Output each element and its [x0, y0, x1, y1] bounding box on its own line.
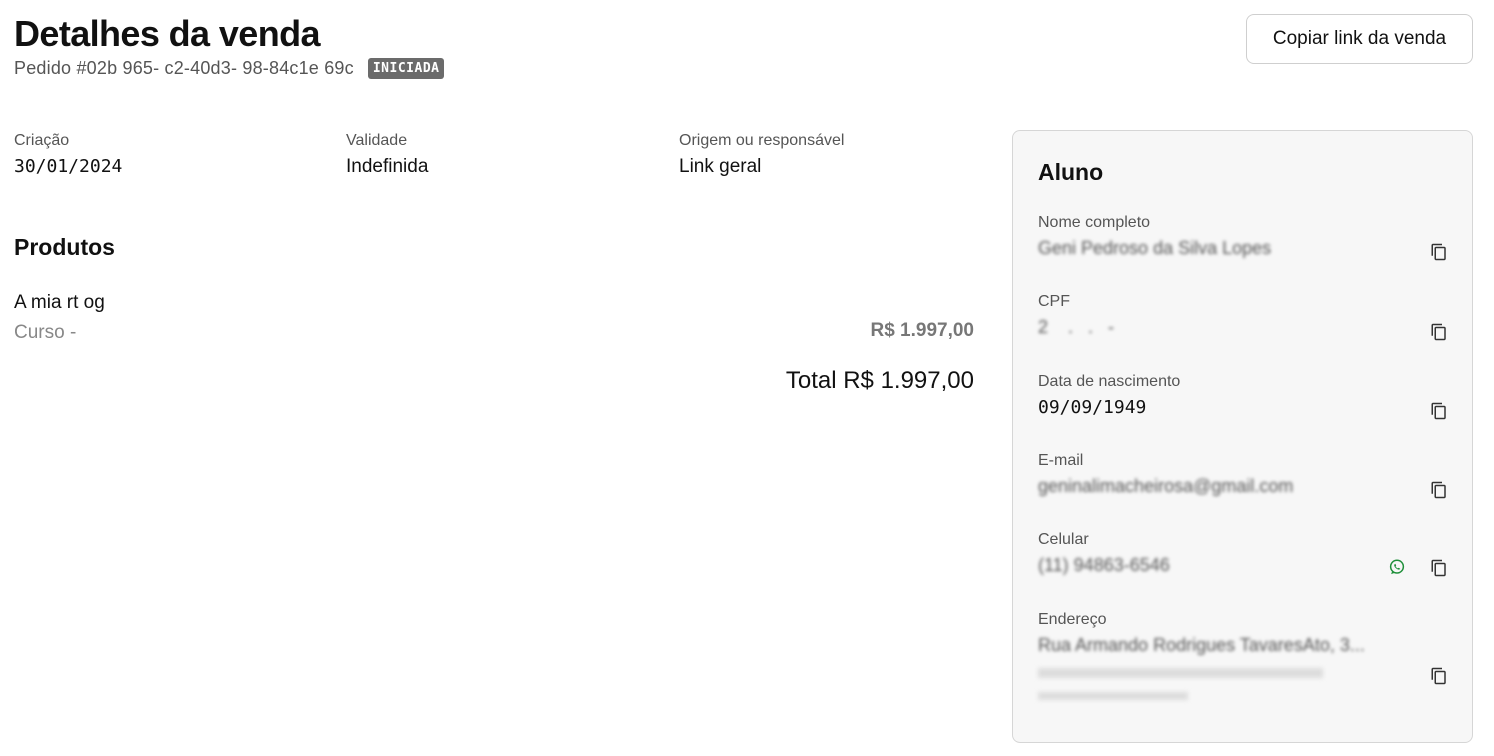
info-label: Origem ou responsável [679, 132, 845, 149]
copy-icon[interactable] [1430, 481, 1448, 499]
field-label: Celular [1038, 531, 1089, 548]
field-label: E-mail [1038, 452, 1084, 469]
field-birth-date: Data de nascimento 09/09/1949 [1038, 373, 1448, 420]
field-phone: Celular (11) 94863-6546 [1038, 531, 1448, 577]
field-value: 2 . . - [1038, 317, 1125, 337]
address-extra-line [1038, 668, 1323, 678]
copy-icon[interactable] [1430, 323, 1448, 341]
info-label: Criação [14, 132, 70, 149]
order-id: Pedido #02b 965- c2-40d3- 98-84c1e 69c [14, 58, 354, 78]
field-value: 09/09/1949 [1038, 397, 1147, 418]
order-line: Pedido #02b 965- c2-40d3- 98-84c1e 69c I… [14, 58, 445, 79]
order-total: Total R$ 1.997,00 [785, 367, 974, 394]
field-address: Endereço Rua Armando Rodrigues TavaresAt… [1038, 611, 1448, 700]
copy-icon[interactable] [1430, 667, 1448, 685]
student-card: Aluno Nome completo Geni Pedroso da Silv… [1012, 130, 1473, 743]
field-label: CPF [1038, 293, 1070, 310]
info-creation: Criação 30/01/2024 [14, 132, 122, 177]
page-title: Detalhes da venda [14, 13, 321, 54]
field-value: Geni Pedroso da Silva Lopes [1038, 238, 1272, 258]
product-name: A mia rt og [14, 292, 105, 313]
copy-icon[interactable] [1430, 243, 1448, 261]
info-origin: Origem ou responsável Link geral [679, 132, 844, 178]
address-extra-line [1038, 692, 1188, 700]
info-value: 30/01/2024 [14, 156, 123, 177]
status-badge: INICIADA [367, 58, 445, 79]
field-cpf: CPF 2 . . - [1038, 293, 1448, 341]
field-full-name: Nome completo Geni Pedroso da Silva Lope… [1038, 214, 1448, 261]
info-value: Indefinida [346, 156, 429, 177]
field-value: geninalimacheirosa@gmail.com [1038, 476, 1294, 496]
field-label: Endereço [1038, 611, 1107, 628]
info-validity: Validade Indefinida [346, 132, 428, 178]
field-label: Data de nascimento [1038, 373, 1181, 390]
field-email: E-mail geninalimacheirosa@gmail.com [1038, 452, 1448, 499]
whatsapp-icon[interactable] [1388, 558, 1406, 576]
product-type: Curso - [14, 322, 77, 343]
copy-sale-link-button[interactable]: Copiar link da venda [1246, 14, 1473, 64]
product-item: A mia rt og Curso - R$ 1.997,00 [14, 292, 974, 344]
copy-icon[interactable] [1430, 559, 1448, 577]
field-label: Nome completo [1038, 214, 1151, 231]
student-card-title: Aluno [1038, 159, 1104, 185]
info-value: Link geral [679, 156, 762, 177]
field-value: (11) 94863-6546 [1038, 555, 1170, 575]
product-price: R$ 1.997,00 [870, 320, 974, 341]
info-label: Validade [346, 132, 408, 149]
products-title: Produtos [14, 234, 115, 260]
field-value: Rua Armando Rodrigues TavaresAto, 3... [1038, 635, 1365, 655]
copy-icon[interactable] [1430, 402, 1448, 420]
